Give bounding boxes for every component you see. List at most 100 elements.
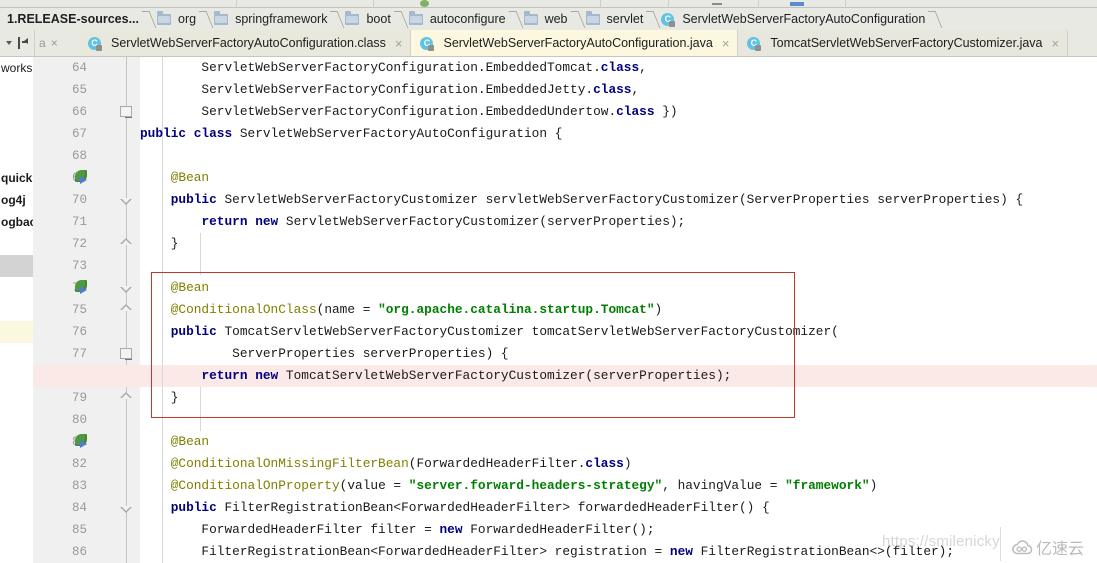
left-panel-row[interactable] xyxy=(0,101,33,123)
breadcrumb-item[interactable]: springframework xyxy=(210,8,332,30)
gutter-row[interactable]: 67 xyxy=(33,123,140,145)
code-fold-marker[interactable] xyxy=(119,409,133,431)
breadcrumb-item[interactable]: C ServletWebServerFactoryAutoConfiguratio… xyxy=(657,8,930,30)
gutter-row[interactable]: 65 xyxy=(33,79,140,101)
code-line[interactable]: @ConditionalOnClass(name = "org.apache.c… xyxy=(140,299,1097,321)
gutter-row[interactable]: 64 xyxy=(33,57,140,79)
gutter-row[interactable]: 75 xyxy=(33,299,140,321)
tab-clipped[interactable]: a × xyxy=(35,30,79,56)
grid-icon[interactable] xyxy=(790,2,804,6)
gutter-row[interactable]: 70 xyxy=(33,189,140,211)
gutter-row[interactable]: 77 xyxy=(33,343,140,365)
gutter-row[interactable]: 84 xyxy=(33,497,140,519)
gutter-row[interactable]: 81 xyxy=(33,431,140,453)
gutter-row[interactable]: 66 xyxy=(33,101,140,123)
chevron-down-icon[interactable] xyxy=(6,41,12,45)
code-line[interactable]: return new TomcatServletWebServerFactory… xyxy=(140,365,1097,387)
code-fold-marker[interactable] xyxy=(119,387,133,409)
run-icon[interactable] xyxy=(420,0,429,7)
code-fold-marker[interactable] xyxy=(119,343,133,365)
code-line[interactable]: @Bean xyxy=(140,167,1097,189)
code-fold-marker[interactable] xyxy=(119,541,133,563)
code-fold-marker[interactable] xyxy=(119,123,133,145)
gutter-row[interactable]: 72 xyxy=(33,233,140,255)
code-fold-marker[interactable] xyxy=(119,497,133,519)
gutter-row[interactable]: 71 xyxy=(33,211,140,233)
editor-tab[interactable]: C ServletWebServerFactoryAutoConfiguratio… xyxy=(79,30,412,56)
code-line[interactable]: public class ServletWebServerFactoryAuto… xyxy=(140,123,1097,145)
left-panel-row[interactable] xyxy=(0,233,33,255)
code-line[interactable]: ServerProperties serverProperties) { xyxy=(140,343,1097,365)
tab-nav-controls[interactable] xyxy=(0,30,35,56)
code-fold-marker[interactable] xyxy=(119,255,133,277)
code-fold-marker[interactable] xyxy=(119,519,133,541)
code-fold-marker[interactable] xyxy=(119,79,133,101)
editor-gutter[interactable]: 6465666768697071727374757677787980818283… xyxy=(33,57,140,563)
code-fold-marker[interactable] xyxy=(119,145,133,167)
gutter-row[interactable]: 83 xyxy=(33,475,140,497)
editor-tab[interactable]: C TomcatServletWebServerFactoryCustomizer… xyxy=(738,30,1069,56)
left-panel-row[interactable]: og4j xyxy=(0,189,33,211)
code-fold-marker[interactable] xyxy=(119,431,133,453)
left-panel-row[interactable] xyxy=(0,277,33,299)
code-fold-marker[interactable] xyxy=(119,321,133,343)
code-fold-marker[interactable] xyxy=(119,453,133,475)
code-fold-marker[interactable] xyxy=(119,167,133,189)
close-icon[interactable]: × xyxy=(395,37,403,50)
left-panel-row[interactable] xyxy=(0,79,33,101)
split-editor-icon[interactable] xyxy=(16,37,28,49)
code-fold-marker[interactable] xyxy=(119,57,133,79)
code-line[interactable]: } xyxy=(140,387,1097,409)
gutter-row[interactable]: 86 xyxy=(33,541,140,563)
breadcrumb-item[interactable]: org xyxy=(153,8,201,30)
code-fold-marker[interactable] xyxy=(119,189,133,211)
code-fold-marker[interactable] xyxy=(119,233,133,255)
editor-tab[interactable]: C ServletWebServerFactoryAutoConfiguratio… xyxy=(411,30,739,56)
code-fold-marker[interactable] xyxy=(119,277,133,299)
spring-bean-icon[interactable] xyxy=(75,170,92,187)
code-fold-marker[interactable] xyxy=(119,299,133,321)
gutter-row[interactable]: 68 xyxy=(33,145,140,167)
code-line[interactable]: public FilterRegistrationBean<ForwardedH… xyxy=(140,497,1097,519)
left-panel-row[interactable]: worksp xyxy=(0,57,33,79)
close-icon[interactable]: × xyxy=(1052,37,1060,50)
gutter-row[interactable]: 76 xyxy=(33,321,140,343)
code-fold-marker[interactable] xyxy=(119,101,133,123)
code-line[interactable]: ServletWebServerFactoryConfiguration.Emb… xyxy=(140,101,1097,123)
breadcrumb-item[interactable]: autoconfigure xyxy=(405,8,511,30)
gutter-row[interactable]: 74 xyxy=(33,277,140,299)
code-line[interactable]: @ConditionalOnMissingFilterBean(Forwarde… xyxy=(140,453,1097,475)
gutter-row[interactable]: 82 xyxy=(33,453,140,475)
code-line[interactable]: @Bean xyxy=(140,277,1097,299)
code-line[interactable] xyxy=(140,409,1097,431)
code-line[interactable] xyxy=(140,255,1097,277)
breadcrumb-item[interactable]: servlet xyxy=(582,8,649,30)
left-panel-row[interactable] xyxy=(0,255,33,277)
code-editor[interactable]: ServletWebServerFactoryConfiguration.Emb… xyxy=(140,57,1097,563)
gutter-row[interactable]: 80 xyxy=(33,409,140,431)
left-tool-panel[interactable]: worksp quickog4jogbac xyxy=(0,57,33,563)
gutter-row[interactable]: 85 xyxy=(33,519,140,541)
left-panel-row[interactable] xyxy=(0,145,33,167)
gutter-row[interactable]: 73 xyxy=(33,255,140,277)
left-panel-row[interactable] xyxy=(0,321,33,343)
code-line[interactable]: public TomcatServletWebServerFactoryCust… xyxy=(140,321,1097,343)
left-panel-row[interactable]: quick xyxy=(0,167,33,189)
code-fold-marker[interactable] xyxy=(119,211,133,233)
minimize-icon[interactable] xyxy=(712,3,722,5)
left-panel-row[interactable]: ogbac xyxy=(0,211,33,233)
gutter-row[interactable]: 69 xyxy=(33,167,140,189)
code-line[interactable]: ServletWebServerFactoryConfiguration.Emb… xyxy=(140,57,1097,79)
spring-bean-icon[interactable] xyxy=(75,434,92,451)
breadcrumb-item[interactable]: 1.RELEASE-sources... xyxy=(0,8,144,30)
code-line[interactable]: } xyxy=(140,233,1097,255)
code-line[interactable]: public ServletWebServerFactoryCustomizer… xyxy=(140,189,1097,211)
code-fold-marker[interactable] xyxy=(119,475,133,497)
gutter-row[interactable]: 79 xyxy=(33,387,140,409)
code-line[interactable]: @ConditionalOnProperty(value = "server.f… xyxy=(140,475,1097,497)
close-icon[interactable]: × xyxy=(51,36,58,50)
code-line[interactable]: return new ServletWebServerFactoryCustom… xyxy=(140,211,1097,233)
spring-bean-icon[interactable] xyxy=(75,280,92,297)
code-line[interactable] xyxy=(140,145,1097,167)
code-line[interactable]: ServletWebServerFactoryConfiguration.Emb… xyxy=(140,79,1097,101)
